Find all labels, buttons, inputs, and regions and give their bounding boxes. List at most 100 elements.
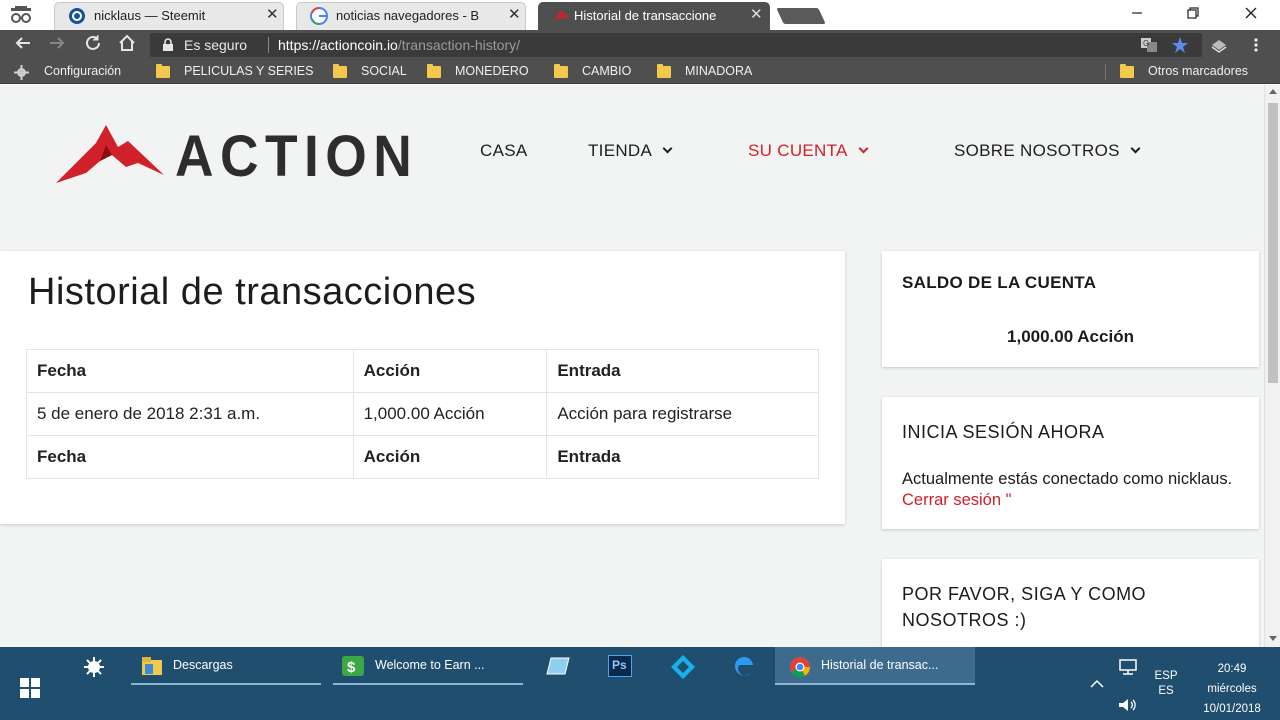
windows-start-icon[interactable] — [20, 678, 40, 698]
follow-widget: POR FAVOR, SIGA Y COMO NOSOTROS :) — [882, 559, 1259, 647]
back-arrow-icon — [15, 37, 30, 49]
login-status: Actualmente estás conectado como nicklau… — [902, 469, 1242, 511]
close-tab-icon[interactable]: ✕ — [750, 7, 763, 23]
bookmark-social[interactable]: SOCIAL — [361, 64, 407, 80]
photoshop-label: Ps — [612, 658, 627, 672]
logout-link[interactable]: Cerrar sesión " — [902, 491, 1011, 509]
web-page: ACTION CASA TIENDA SU CUENTA SOBRE NOSOT… — [0, 85, 1264, 647]
security-label[interactable]: Es seguro — [184, 37, 247, 53]
nav-label: SU CUENTA — [748, 141, 848, 160]
widget-title: INICIA SESIÓN AHORA — [902, 422, 1105, 442]
nav-label: CASA — [480, 141, 528, 160]
google-icon — [310, 7, 328, 25]
folder-icon — [156, 64, 170, 78]
balance-value: 1,000.00 Acción — [1007, 327, 1134, 346]
tab-noticias[interactable]: noticias navegadores - B ✕ — [288, 2, 534, 30]
scroll-down-icon[interactable] — [1269, 636, 1277, 641]
nav-sobre-nosotros[interactable]: SOBRE NOSOTROS — [954, 141, 1141, 161]
table-header-row: Fecha Acción Entrada — [26, 349, 819, 393]
chevron-down-icon — [1130, 143, 1141, 154]
page-scrollbar[interactable] — [1264, 85, 1280, 647]
tab-historial[interactable]: Historial de transaccione ✕ — [530, 2, 778, 30]
transaction-table: Fecha Acción Entrada 5 de enero de 2018 … — [26, 349, 819, 479]
bookmark-cambio[interactable]: CAMBIO — [582, 64, 631, 80]
lock-icon — [163, 38, 173, 51]
widget-title: SALDO DE LA CUENTA — [902, 273, 1097, 292]
bookmark-minadora[interactable]: MINADORA — [685, 64, 752, 80]
language-indicator[interactable]: ESP ES — [1150, 670, 1182, 697]
url-domain: https://actioncoin.io — [278, 37, 398, 53]
star-bookmark-icon[interactable] — [1171, 37, 1189, 53]
close-window-button[interactable] — [1228, 2, 1274, 28]
restore-icon — [1187, 7, 1199, 19]
taskbar-indicator — [775, 683, 975, 685]
menu-dots-icon[interactable] — [1252, 37, 1260, 53]
chevron-up-icon[interactable] — [1090, 679, 1104, 689]
extension-icon[interactable] — [1210, 37, 1228, 53]
folder-icon — [142, 657, 162, 675]
table-footer-row: Fecha Acción Entrada — [26, 435, 819, 479]
edge-icon[interactable] — [732, 655, 756, 677]
address-bar[interactable]: Es seguro https://actioncoin.io/transact… — [150, 33, 1202, 57]
home-icon — [119, 34, 135, 51]
scroll-up-icon[interactable] — [1269, 89, 1277, 94]
folder-icon — [1120, 64, 1134, 78]
restore-button[interactable] — [1170, 2, 1216, 28]
clock-date: 10/01/2018 — [1203, 703, 1261, 715]
tab-title: nicklaus — Steemit — [94, 8, 206, 23]
chrome-icon — [790, 657, 811, 678]
chevron-down-icon — [858, 143, 869, 154]
table-cell: 1,000.00 Acción — [352, 392, 548, 436]
folder-icon — [427, 64, 441, 78]
login-widget: INICIA SESIÓN AHORA Actualmente estás co… — [882, 397, 1259, 529]
close-tab-icon[interactable]: ✕ — [508, 7, 521, 23]
language-sub: ES — [1158, 685, 1174, 697]
notepad-icon[interactable] — [545, 656, 571, 676]
back-button[interactable] — [12, 34, 34, 56]
nav-su-cuenta[interactable]: SU CUENTA — [748, 141, 869, 161]
tab-steemit[interactable]: nicklaus — Steemit ✕ — [46, 2, 292, 30]
translate-icon[interactable]: G — [1140, 37, 1158, 53]
url-text[interactable]: https://actioncoin.io/transaction-histor… — [278, 37, 520, 53]
steemit-icon — [69, 8, 85, 24]
logo-text[interactable]: ACTION — [175, 123, 418, 190]
settings-gear-icon[interactable] — [84, 657, 104, 677]
nav-casa[interactable]: CASA — [480, 141, 528, 161]
nav-label: SOBRE NOSOTROS — [954, 141, 1120, 160]
svg-text:G: G — [1143, 39, 1149, 48]
incognito-icon — [11, 6, 31, 23]
clock[interactable]: 20:49 miércoles 10/01/2018 — [1192, 659, 1272, 719]
bookmark-otros-marcadores[interactable]: Otros marcadores — [1148, 64, 1248, 80]
widget-title: POR FAVOR, SIGA Y COMO NOSOTROS :) — [902, 584, 1147, 630]
home-button[interactable] — [116, 34, 138, 56]
bookmark-peliculas[interactable]: PELICULAS Y SERIES — [184, 64, 313, 80]
action-logo-icon[interactable] — [56, 125, 166, 185]
url-path: /transaction-history/ — [397, 37, 521, 53]
kodi-icon[interactable] — [670, 654, 696, 680]
taskbar-indicator — [333, 683, 523, 685]
bookmark-monedero[interactable]: MONEDERO — [455, 64, 529, 80]
column-header: Acción — [352, 349, 548, 393]
column-header: Fecha — [26, 349, 354, 393]
network-icon[interactable] — [1118, 659, 1138, 675]
close-icon — [1245, 7, 1257, 19]
minimize-button[interactable] — [1114, 2, 1160, 28]
taskbar-chrome[interactable]: Historial de transac... — [775, 647, 975, 685]
nav-label: TIENDA — [588, 141, 653, 160]
reload-icon — [86, 35, 100, 50]
minimize-icon — [1132, 12, 1142, 14]
nav-tienda[interactable]: TIENDA — [588, 141, 673, 161]
new-tab-button[interactable] — [776, 8, 826, 24]
close-tab-icon[interactable]: ✕ — [266, 7, 279, 23]
photoshop-icon[interactable]: Ps — [608, 655, 632, 677]
taskbar-earn[interactable]: $ Welcome to Earn ... — [333, 647, 523, 685]
bookmark-configuracion[interactable]: Configuración — [44, 64, 121, 80]
scrollbar-thumb[interactable] — [1268, 103, 1278, 383]
reload-button[interactable] — [82, 34, 104, 56]
divider — [1105, 64, 1106, 80]
forward-button[interactable] — [46, 34, 68, 56]
clock-day: miércoles — [1207, 683, 1257, 695]
column-header: Entrada — [546, 349, 819, 393]
taskbar-descargas[interactable]: Descargas — [131, 647, 321, 685]
volume-icon[interactable] — [1118, 698, 1138, 712]
